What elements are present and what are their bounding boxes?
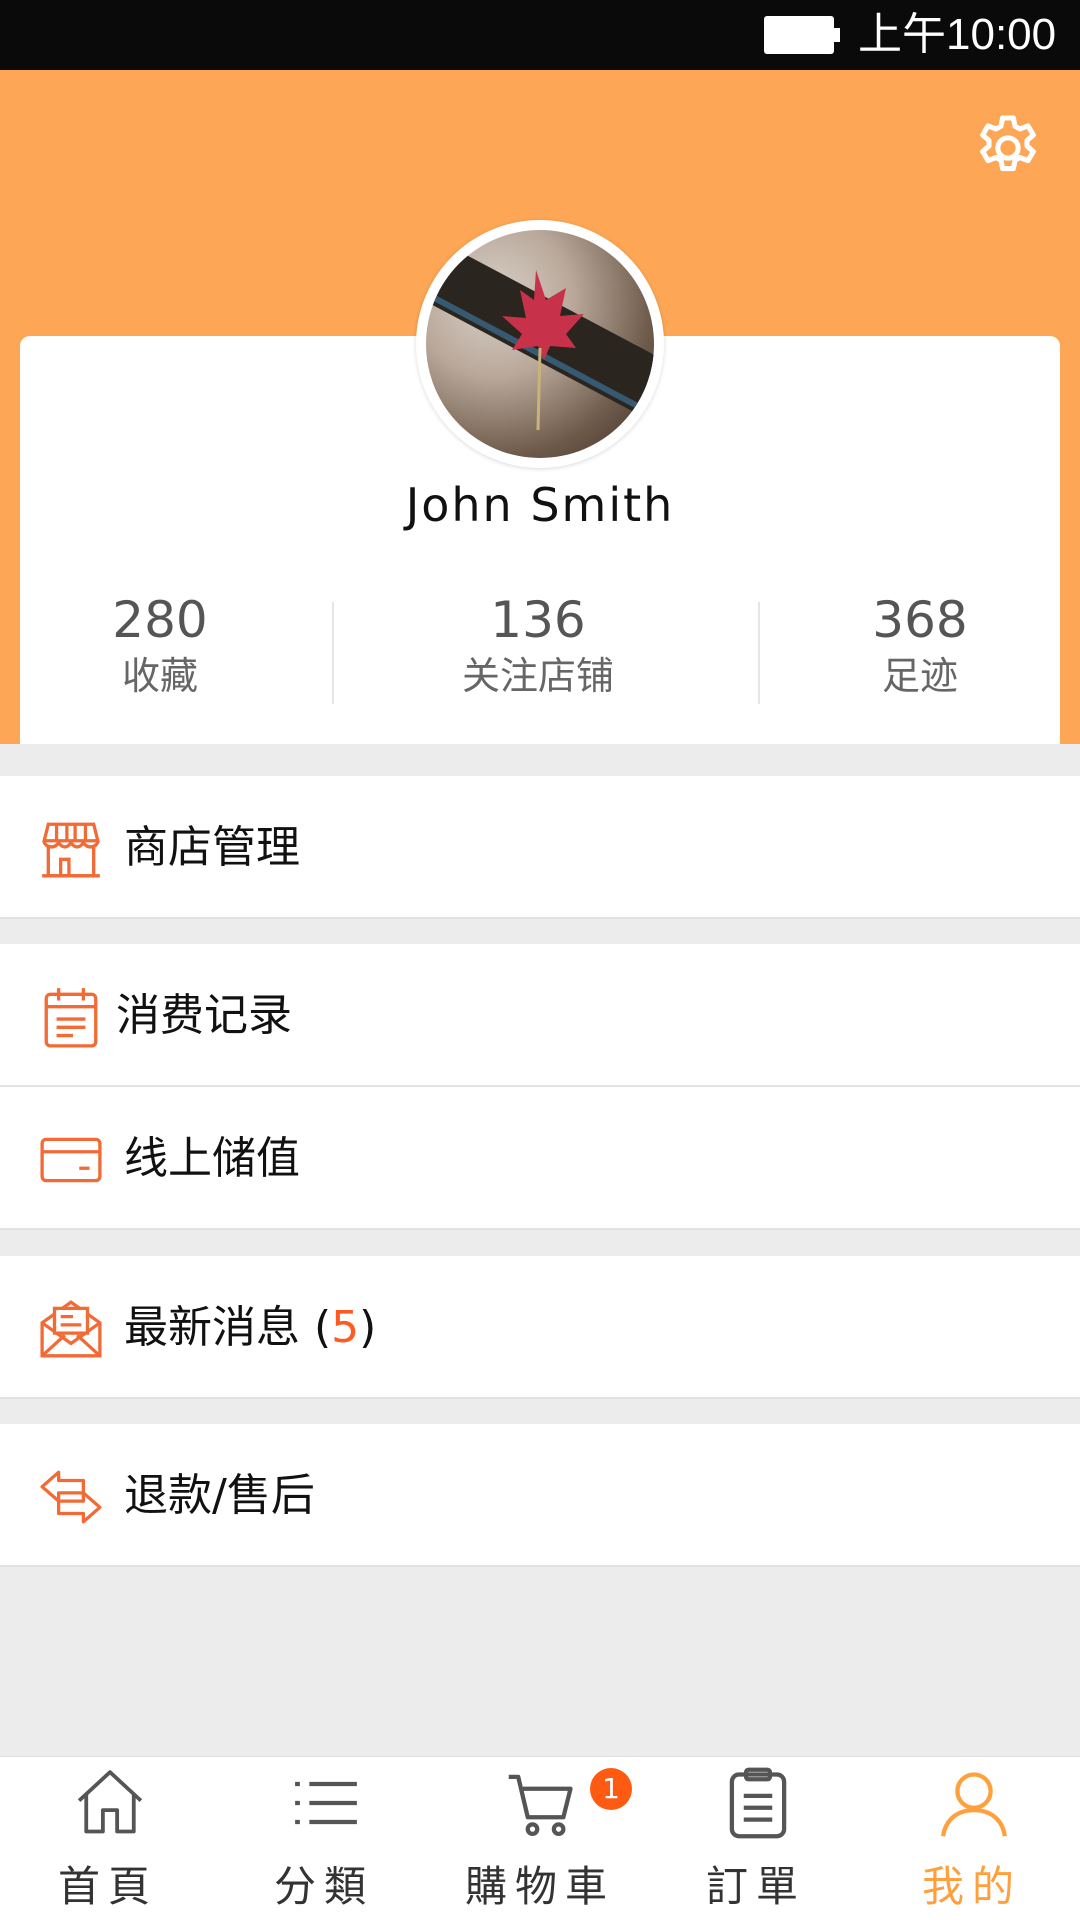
menu-item-spending-records[interactable]: 消费记录 (0, 944, 1080, 1087)
tab-mine-label: 我的 (921, 1862, 1022, 1911)
menu-group-messages: 最新消息 (5) (0, 1256, 1080, 1399)
stat-favorites-label: 收藏 (121, 654, 198, 698)
notepad-icon (44, 988, 98, 1048)
menu-label-spending-records: 消费记录 (116, 990, 292, 1041)
bottom-tab-bar: 首頁 分類 購物車 訂單 我的 (0, 1756, 1080, 1920)
stat-followed-stores[interactable]: 136 关注店铺 (408, 590, 668, 702)
latest-messages-count: 5 (331, 1302, 360, 1353)
stat-footprints-label: 足迹 (881, 654, 958, 698)
home-icon (77, 1770, 143, 1834)
list-icon (295, 1781, 357, 1825)
battery-icon (764, 16, 840, 54)
tab-orders[interactable]: 訂單 (648, 1757, 864, 1920)
menu-group-refund: 退款/售后 (0, 1424, 1080, 1567)
menu-label-store-management: 商店管理 (124, 822, 300, 873)
menu-item-latest-messages[interactable]: 最新消息 (5) (0, 1256, 1080, 1399)
menu-item-online-topup[interactable]: 线上储值 (0, 1087, 1080, 1230)
stat-favorites-value: 280 (112, 591, 208, 649)
menu-group-finance: 消费记录 线上储值 (0, 944, 1080, 1230)
tab-categories[interactable]: 分類 (216, 1757, 432, 1920)
person-icon (941, 1772, 1007, 1837)
latest-messages-text: 最新消息 (124, 1302, 300, 1353)
avatar-leaf-image (426, 232, 654, 437)
stat-favorites[interactable]: 280 收藏 (30, 590, 290, 702)
menu-label-online-topup: 线上储值 (124, 1133, 300, 1184)
status-bar: 上午10:00 (0, 0, 1080, 70)
tab-mine[interactable]: 我的 (864, 1757, 1080, 1920)
tab-home-label: 首頁 (57, 1862, 158, 1911)
menu-item-store-management[interactable]: 商店管理 (0, 776, 1080, 919)
tab-orders-label: 訂單 (705, 1862, 806, 1911)
status-time: 上午10:00 (858, 10, 1057, 59)
stat-footprints[interactable]: 368 足迹 (790, 590, 1050, 702)
stat-divider (758, 602, 760, 704)
tab-cart-label: 購物車 (464, 1862, 615, 1911)
envelope-icon (40, 1300, 102, 1358)
tab-categories-label: 分類 (273, 1862, 374, 1911)
menu-group-store: 商店管理 (0, 776, 1080, 919)
stat-divider (332, 602, 334, 704)
user-name: John Smith (405, 478, 675, 532)
stat-followed-stores-label: 关注店铺 (461, 654, 614, 698)
cart-count-badge: 1 (590, 1768, 632, 1810)
cart-icon (508, 1774, 573, 1837)
card-icon (40, 1137, 102, 1183)
menu-item-refund[interactable]: 退款/售后 (0, 1424, 1080, 1567)
storefront-icon (42, 822, 100, 878)
settings-gear-icon[interactable] (970, 110, 1046, 186)
exchange-arrows-icon (40, 1470, 102, 1524)
clipboard-icon (729, 1767, 787, 1839)
menu-label-refund: 退款/售后 (124, 1470, 315, 1521)
stat-followed-stores-value: 136 (490, 591, 586, 649)
tab-home[interactable]: 首頁 (0, 1757, 216, 1920)
menu-label-latest-messages: 最新消息 (5) (124, 1302, 377, 1353)
stat-footprints-value: 368 (872, 591, 968, 649)
avatar[interactable] (416, 220, 664, 468)
